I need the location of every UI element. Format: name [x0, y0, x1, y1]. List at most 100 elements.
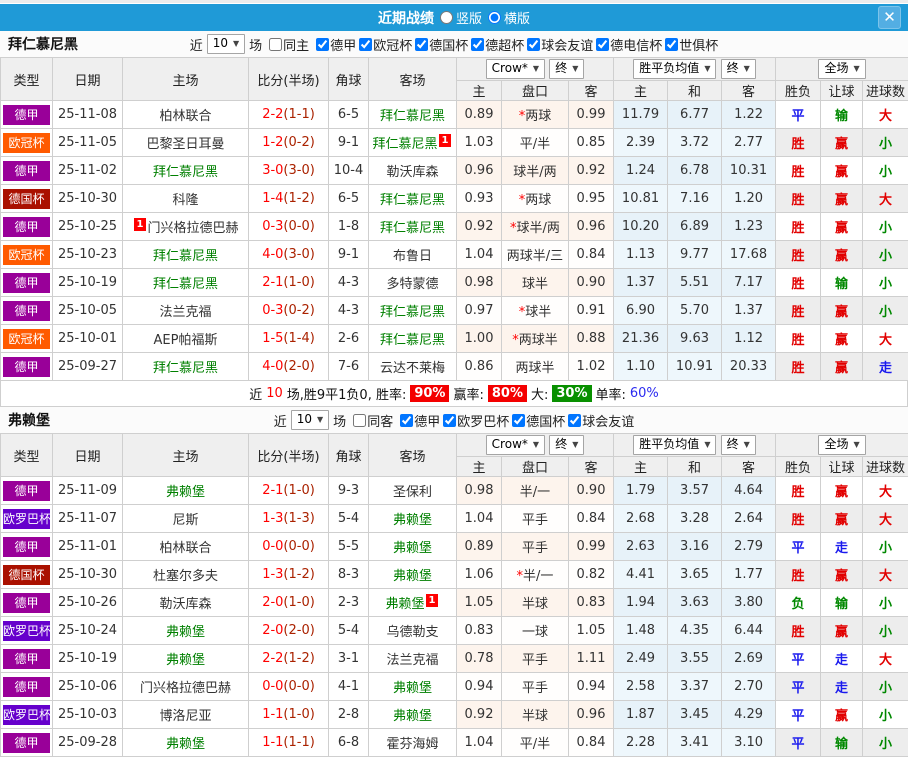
- away-team-name: 拜仁慕尼黑: [373, 137, 438, 152]
- score-cell: 4-0(3-0): [249, 241, 329, 269]
- league-checkbox[interactable]: [527, 38, 540, 51]
- goals-result-cell: 大: [863, 645, 908, 673]
- match-row: 德甲25-11-09弗赖堡2-1(1-0)9-3圣保利0.98半/一0.901.…: [1, 477, 908, 505]
- league-label: 德甲: [414, 411, 440, 430]
- col-header-type: 类型: [1, 434, 53, 477]
- home-team-cell: 博洛尼亚: [123, 701, 249, 729]
- asterisk-marker: *: [510, 221, 517, 236]
- away-team-cell: 拜仁慕尼黑: [369, 297, 457, 325]
- draw-odds-cell: 3.65: [668, 561, 722, 589]
- fulltime-score: 2-0: [262, 623, 283, 638]
- goals-result-cell: 大: [863, 185, 908, 213]
- col-header-eu-home: 主: [614, 457, 668, 477]
- away-team-name: 弗赖堡: [393, 709, 432, 724]
- bookmaker-select[interactable]: Crow*▼: [486, 435, 545, 455]
- league-checkbox[interactable]: [596, 38, 609, 51]
- home-win-odds-cell: 4.41: [614, 561, 668, 589]
- handicap-result-cell: 赢: [821, 129, 863, 157]
- titlebar: 近期战绩 竖版 横版 ✕: [0, 4, 908, 31]
- col-header-home: 主场: [123, 434, 249, 477]
- handicap-home-odds-cell: 0.89: [457, 101, 502, 129]
- home-team-cell: 科隆: [123, 185, 249, 213]
- handicap-home-odds-cell: 0.94: [457, 673, 502, 701]
- match-row: 德甲25-10-19弗赖堡2-2(1-2)3-1法兰克福0.78平手1.112.…: [1, 645, 908, 673]
- league-cell: 德国杯: [1, 185, 53, 213]
- away-win-odds-cell: 3.80: [722, 589, 776, 617]
- summary-mid: 场,胜9平1负0, 胜率:: [287, 384, 407, 403]
- away-team-cell: 拜仁慕尼黑: [369, 101, 457, 129]
- result-cell: 胜: [776, 617, 821, 645]
- score-cell: 0-3(0-2): [249, 297, 329, 325]
- same-venue-checkbox[interactable]: [353, 414, 366, 427]
- league-checkbox[interactable]: [471, 38, 484, 51]
- col-header-handicap-result: 让球: [821, 81, 863, 101]
- score-cell: 2-1(1-0): [249, 269, 329, 297]
- league-cell: 欧罗巴杯: [1, 505, 53, 533]
- home-team-cell: 杜塞尔多夫: [123, 561, 249, 589]
- col-header-result: 胜负: [776, 457, 821, 477]
- red-card-badge: 1: [134, 218, 147, 231]
- caret-down-icon: ▼: [572, 61, 578, 76]
- close-button[interactable]: ✕: [878, 6, 901, 29]
- league-checkbox[interactable]: [400, 414, 413, 427]
- asterisk-marker: *: [519, 305, 526, 320]
- odds-time-select[interactable]: 终▼: [721, 435, 756, 455]
- league-cell: 欧罗巴杯: [1, 701, 53, 729]
- handicap-home-odds-cell: 1.05: [457, 589, 502, 617]
- league-badge: 欧冠杯: [3, 329, 50, 349]
- result-cell: 胜: [776, 297, 821, 325]
- same-venue-checkbox[interactable]: [269, 38, 282, 51]
- league-checkbox[interactable]: [443, 414, 456, 427]
- goals-result-cell: 小: [863, 157, 908, 185]
- handicap-line-cell: 半球: [502, 701, 569, 729]
- away-team-cell: 法兰克福: [369, 645, 457, 673]
- col-header-date: 日期: [53, 58, 123, 101]
- league-badge: 德甲: [3, 481, 50, 501]
- match-row: 德甲25-11-08柏林联合2-2(1-1)6-5拜仁慕尼黑0.89*两球0.9…: [1, 101, 908, 129]
- league-checkbox[interactable]: [568, 414, 581, 427]
- scope-select[interactable]: 全场▼: [818, 435, 865, 455]
- team-section: 拜仁慕尼黑 近 10▼ 场 同主 德甲欧冠杯德国杯德超杯球会友谊德电信杯世俱杯 …: [0, 31, 908, 407]
- odds-type-value: 胜平负均值: [639, 61, 699, 76]
- league-checkbox[interactable]: [512, 414, 525, 427]
- league-checkbox[interactable]: [359, 38, 372, 51]
- col-header-ah-line: 盘口: [502, 81, 569, 101]
- odds-type-select[interactable]: 胜平负均值▼: [633, 59, 716, 79]
- away-team-name: 多特蒙德: [386, 277, 438, 292]
- corners-cell: 9-1: [329, 241, 369, 269]
- scope-select[interactable]: 全场▼: [818, 59, 865, 79]
- col-header-score: 比分(半场): [249, 434, 329, 477]
- col-header-corners: 角球: [329, 434, 369, 477]
- league-label: 德国杯: [429, 35, 468, 54]
- odds-type-select[interactable]: 胜平负均值▼: [633, 435, 716, 455]
- away-win-odds-cell: 2.70: [722, 673, 776, 701]
- league-cell: 德甲: [1, 477, 53, 505]
- caret-down-icon: ▼: [317, 412, 323, 427]
- home-team-cell: 巴黎圣日耳曼: [123, 129, 249, 157]
- handicap-time-select[interactable]: 终▼: [549, 435, 584, 455]
- league-filter: 德超杯: [471, 35, 524, 54]
- bookmaker-select[interactable]: Crow*▼: [486, 59, 545, 79]
- big-rate-label: 大:: [531, 384, 548, 403]
- handicap-line-cell: 两球半: [502, 353, 569, 381]
- league-checkbox[interactable]: [415, 38, 428, 51]
- league-checkbox[interactable]: [665, 38, 678, 51]
- vertical-layout-radio[interactable]: [440, 11, 453, 24]
- matches-body: 德甲25-11-08柏林联合2-2(1-1)6-5拜仁慕尼黑0.89*两球0.9…: [1, 101, 908, 381]
- away-team-cell: 弗赖堡: [369, 561, 457, 589]
- goals-result-cell: 大: [863, 561, 908, 589]
- handicap-home-odds-cell: 0.86: [457, 353, 502, 381]
- horizontal-layout-radio[interactable]: [488, 11, 501, 24]
- recent-count-select[interactable]: 10▼: [291, 410, 329, 430]
- home-team-name: 弗赖堡: [166, 737, 205, 752]
- col-header-eu-home: 主: [614, 81, 668, 101]
- league-checkbox[interactable]: [316, 38, 329, 51]
- odds-time-select[interactable]: 终▼: [721, 59, 756, 79]
- col-header-result: 胜负: [776, 81, 821, 101]
- handicap-time-select[interactable]: 终▼: [549, 59, 584, 79]
- handicap-result-cell: 赢: [821, 505, 863, 533]
- home-win-odds-cell: 1.13: [614, 241, 668, 269]
- recent-count-select[interactable]: 10▼: [207, 34, 245, 54]
- date-cell: 25-11-02: [53, 157, 123, 185]
- halftime-score: (3-0): [283, 163, 314, 178]
